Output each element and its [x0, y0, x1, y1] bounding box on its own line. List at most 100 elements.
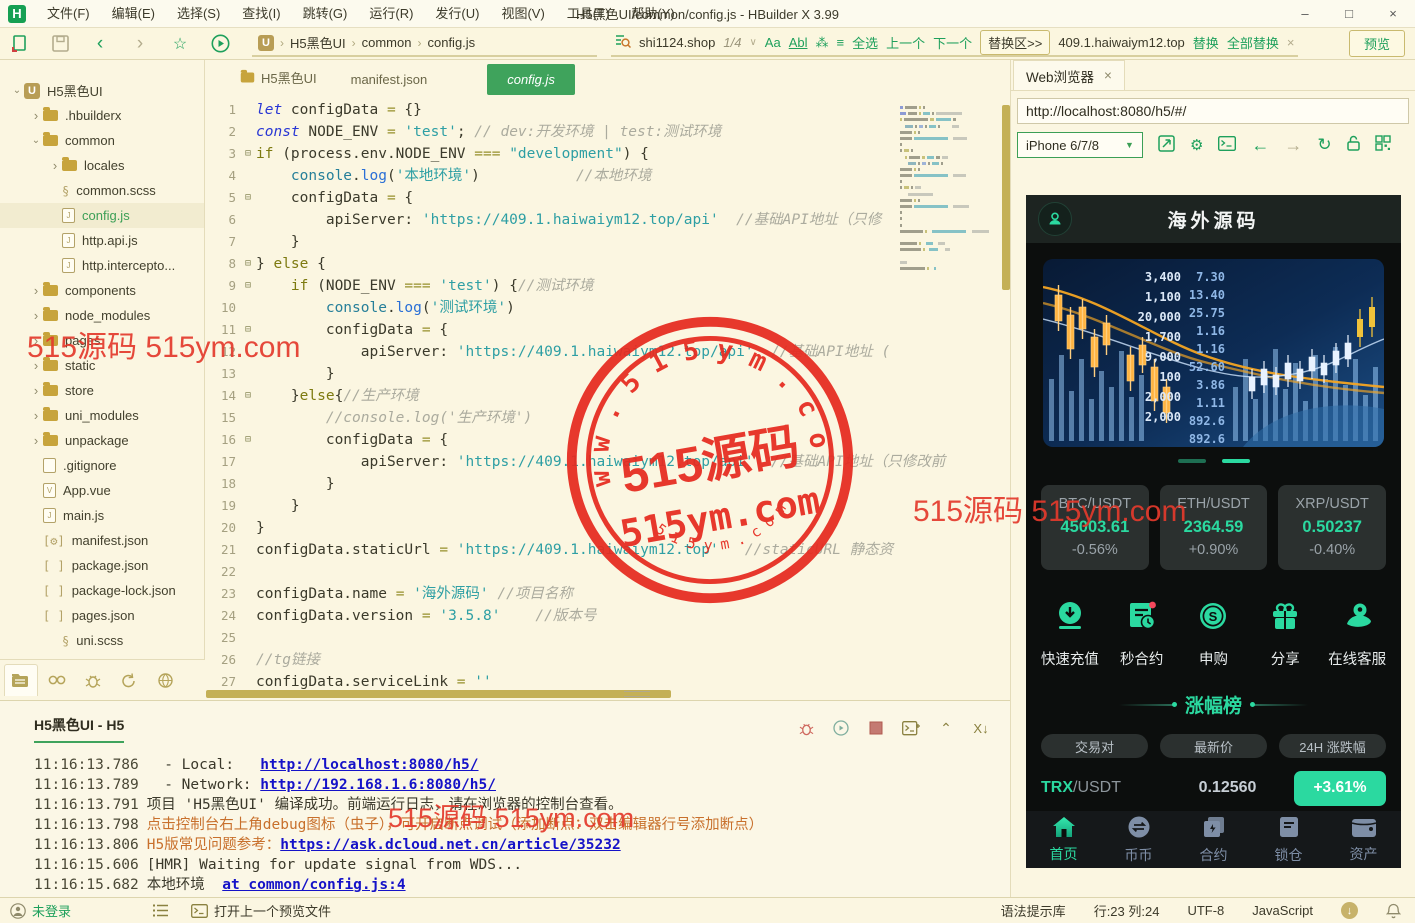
code-line[interactable]: 12 apiServer: 'https://409.1.haiwaiym12.…: [206, 341, 1010, 363]
ticker-card-XRP[interactable]: XRP/USDT 0.50237 -0.40%: [1278, 485, 1387, 570]
chevron-right-icon[interactable]: ›: [29, 383, 43, 398]
tree-item-uni_modules[interactable]: › uni_modules: [0, 403, 204, 428]
market-row-TRX[interactable]: TRX/USDT 0.12560 +3.61%: [1041, 762, 1386, 814]
code-line[interactable]: 18 }: [206, 473, 1010, 495]
app-tab-home[interactable]: 首页: [1026, 811, 1101, 868]
code-line[interactable]: 20}: [206, 517, 1010, 539]
code-line[interactable]: 25: [206, 627, 1010, 649]
editor-project-label[interactable]: H5黑色UI: [206, 68, 331, 95]
table-header-pill[interactable]: 最新价: [1160, 734, 1267, 758]
new-file-icon[interactable]: [7, 32, 33, 56]
banner-carousel[interactable]: 3,400 1,100 20,000 1,700 9,000 100 2,000 2,000 …: [1043, 259, 1384, 447]
forward-icon[interactable]: ›: [127, 32, 153, 56]
code-line[interactable]: 6 apiServer: 'https://409.1.haiwaiym12.t…: [206, 209, 1010, 231]
maximize-button[interactable]: □: [1327, 0, 1371, 27]
code-line[interactable]: 16 ⊟ configData = {: [206, 429, 1010, 451]
chevron-down-icon[interactable]: ⌄: [10, 85, 24, 96]
table-header-pill[interactable]: 交易对: [1041, 734, 1148, 758]
chevron-down-icon[interactable]: ⌄: [29, 135, 43, 146]
menu-item[interactable]: 运行(R): [358, 0, 424, 28]
log-link[interactable]: https://ask.dcloud.net.cn/article/35232: [280, 835, 620, 855]
menu-item[interactable]: 帮助(Y): [620, 0, 685, 28]
tree-item-store[interactable]: › store: [0, 378, 204, 403]
extensions-icon[interactable]: [148, 664, 182, 696]
next-match-button[interactable]: 下一个: [933, 33, 972, 52]
minimap[interactable]: [900, 104, 1000, 273]
menu-item[interactable]: 工具(T): [556, 0, 621, 28]
code-line[interactable]: 23 configData.name = '海外源码' //项目名称: [206, 583, 1010, 605]
login-status[interactable]: 未登录: [32, 901, 71, 920]
save-icon[interactable]: [47, 32, 73, 56]
syntax-lib[interactable]: 语法提示库: [1001, 901, 1066, 920]
function-contract[interactable]: 秒合约: [1106, 596, 1178, 669]
fold-marker-icon[interactable]: ⊟: [240, 253, 256, 275]
chevron-right-icon[interactable]: ›: [29, 358, 43, 373]
console-terminal-icon[interactable]: [902, 719, 920, 737]
back-icon[interactable]: ‹: [87, 32, 113, 56]
code-line[interactable]: 24 configData.version = '3.5.8' //版本号: [206, 605, 1010, 627]
whole-word-button[interactable]: Abl: [789, 35, 808, 50]
app-tab-lockup[interactable]: 锁仓: [1251, 811, 1326, 868]
fold-marker-icon[interactable]: ⊟: [240, 429, 256, 451]
ticker-card-ETH[interactable]: ETH/USDT 2364.59 +0.90%: [1159, 485, 1268, 570]
tree-item-pages[interactable]: › pages: [0, 328, 204, 353]
open-external-icon[interactable]: [1158, 134, 1175, 156]
notification-bell-icon[interactable]: [1386, 903, 1401, 919]
terminal-icon[interactable]: [191, 903, 208, 918]
menu-item[interactable]: 选择(S): [166, 0, 231, 28]
code-line[interactable]: 15 //console.log('生产环境'): [206, 407, 1010, 429]
editor-tab-manifest.json[interactable]: manifest.json: [331, 64, 448, 95]
in-selection-button[interactable]: ≡: [836, 35, 844, 50]
ticker-card-BTC[interactable]: BTC/USDT 45003.61 -0.56%: [1041, 485, 1149, 570]
language-mode[interactable]: JavaScript: [1252, 903, 1313, 918]
star-icon[interactable]: ☆: [167, 32, 193, 56]
fold-marker-icon[interactable]: ⊟: [240, 187, 256, 209]
carousel-dots[interactable]: [1026, 459, 1401, 463]
chevron-right-icon[interactable]: ›: [29, 408, 43, 423]
console-clear-icon[interactable]: X↓: [972, 719, 990, 737]
outline-icon[interactable]: [153, 904, 169, 917]
menu-item[interactable]: 跳转(G): [292, 0, 359, 28]
search-dropdown-icon[interactable]: ∨: [749, 37, 756, 48]
browser-refresh-icon[interactable]: ↻: [1317, 135, 1331, 155]
settings-gear-icon[interactable]: ⚙: [1190, 136, 1203, 154]
code-line[interactable]: 4 console.log('本地环境') //本地环境: [206, 165, 1010, 187]
tree-item-main.js[interactable]: Jmain.js: [0, 503, 204, 528]
function-subscribe[interactable]: S 申购: [1178, 596, 1250, 669]
minimize-button[interactable]: –: [1283, 0, 1327, 27]
browser-forward-icon[interactable]: →: [1284, 135, 1302, 156]
tree-item-H5UI[interactable]: ⌄ U H5黑色UI: [0, 78, 204, 103]
console-collapse-icon[interactable]: ⌃: [937, 719, 955, 737]
tree-item-http.api.js[interactable]: Jhttp.api.js: [0, 228, 204, 253]
tree-item-pages.json[interactable]: [ ] pages.json: [0, 603, 204, 628]
code-line[interactable]: 17 apiServer: 'https://409.1.haiwaiym12.…: [206, 451, 1010, 473]
code-line[interactable]: 8 ⊟} else {: [206, 253, 1010, 275]
search-results-icon[interactable]: [40, 664, 74, 696]
replace-zone-button[interactable]: 替换区>>: [980, 30, 1051, 55]
replace-input[interactable]: 409.1.haiwaiym12.top: [1058, 35, 1184, 50]
devtools-icon[interactable]: [1218, 135, 1237, 155]
breadcrumb-file[interactable]: config.js: [427, 35, 475, 50]
horizontal-scrollbar[interactable]: [206, 690, 671, 698]
browser-back-icon[interactable]: ←: [1251, 135, 1269, 156]
lock-icon[interactable]: [1346, 135, 1360, 155]
console-debug-icon[interactable]: [797, 719, 815, 737]
replace-all-button[interactable]: 全部替换: [1227, 33, 1279, 52]
code-line[interactable]: 19 }: [206, 495, 1010, 517]
tree-item-components[interactable]: › components: [0, 278, 204, 303]
code-line[interactable]: 5 ⊟ configData = {: [206, 187, 1010, 209]
menu-item[interactable]: 查找(I): [231, 0, 291, 28]
tree-item-unpackage[interactable]: › unpackage: [0, 428, 204, 453]
device-select[interactable]: iPhone 6/7/8 ▼: [1017, 132, 1143, 158]
open-prev-preview[interactable]: 打开上一个预览文件: [214, 901, 331, 920]
app-tab-futures[interactable]: 合约: [1176, 811, 1251, 868]
browser-tab-close-icon[interactable]: ×: [1104, 68, 1112, 83]
encoding[interactable]: UTF-8: [1187, 903, 1224, 918]
code-editor[interactable]: H5黑色UI manifest.json config.js 1 let confi…: [206, 60, 1010, 700]
breadcrumb-folder[interactable]: common: [362, 35, 412, 50]
app-tab-assets[interactable]: 资产: [1326, 811, 1401, 868]
tree-item-http.intercepto...[interactable]: Jhttp.intercepto...: [0, 253, 204, 278]
code-line[interactable]: 26 //tg链接: [206, 649, 1010, 671]
chevron-right-icon[interactable]: ›: [48, 158, 62, 173]
log-link[interactable]: http://localhost:8080/h5/: [260, 755, 478, 775]
